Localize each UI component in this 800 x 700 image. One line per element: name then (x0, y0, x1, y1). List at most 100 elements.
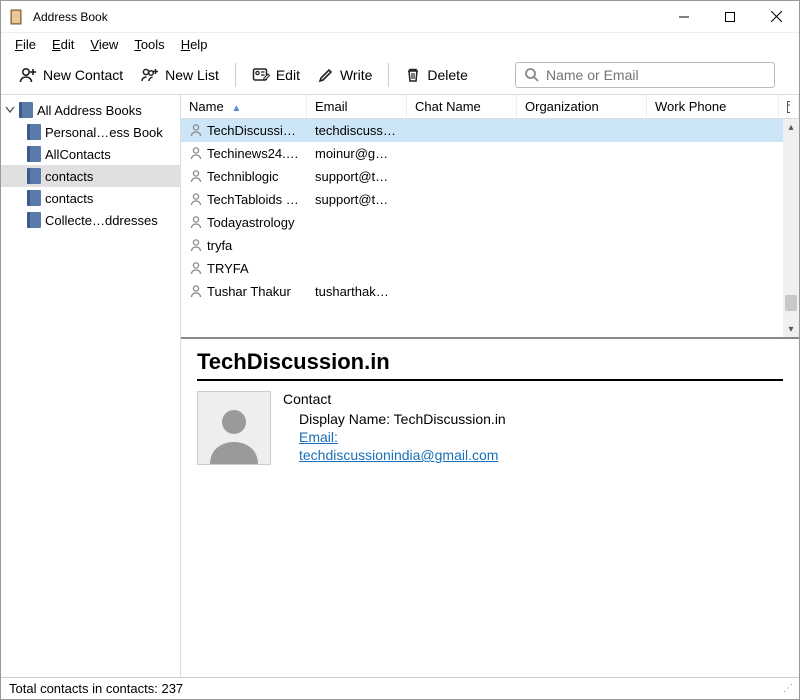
search-input[interactable] (546, 67, 766, 83)
cell-email (307, 222, 407, 224)
resize-grip-icon[interactable]: ⋰ (783, 683, 791, 694)
column-picker-icon (787, 101, 790, 113)
sort-asc-icon: ▲ (231, 103, 241, 114)
book-icon (27, 146, 41, 162)
cell-workphone (647, 245, 799, 247)
col-email[interactable]: Email (307, 95, 407, 118)
separator (388, 63, 389, 87)
write-label: Write (340, 67, 372, 83)
toolbar: New Contact New List Edit Write Delete (1, 56, 799, 95)
minimize-button[interactable] (661, 1, 707, 33)
table-row[interactable]: Techniblogicsupport@t… (181, 165, 799, 188)
detail-title: TechDiscussion.in (197, 349, 783, 381)
sidebar-item[interactable]: contacts (1, 187, 180, 209)
edit-button[interactable]: Edit (244, 62, 308, 88)
menubar: File Edit View Tools Help (1, 33, 799, 56)
tree-root[interactable]: All Address Books (1, 99, 180, 121)
cell-name: tryfa (181, 237, 307, 254)
sidebar-item[interactable]: contacts (1, 165, 180, 187)
tree-root-label: All Address Books (37, 103, 142, 118)
person-icon (189, 146, 203, 160)
delete-button[interactable]: Delete (397, 63, 475, 87)
cell-chat (407, 291, 517, 293)
sidebar-item-label: contacts (45, 169, 93, 184)
app-icon (9, 9, 25, 25)
sidebar-item[interactable]: Collecte…ddresses (1, 209, 180, 231)
collapse-icon[interactable] (5, 105, 15, 115)
cell-workphone (647, 222, 799, 224)
cell-workphone (647, 291, 799, 293)
sidebar-item-label: AllContacts (45, 147, 111, 162)
cell-chat (407, 153, 517, 155)
titlebar: Address Book (1, 1, 799, 33)
search-box[interactable] (515, 62, 775, 88)
menu-tools[interactable]: Tools (128, 35, 170, 54)
maximize-button[interactable] (707, 1, 753, 33)
person-icon (189, 261, 203, 275)
cell-workphone (647, 199, 799, 201)
contact-list: TechDiscussio…techdiscuss…Techinews24.…m… (181, 119, 799, 339)
close-button[interactable] (753, 1, 799, 33)
col-name[interactable]: Name ▲ (181, 95, 307, 118)
cell-org (517, 153, 647, 155)
table-row[interactable]: tryfa (181, 234, 799, 257)
column-picker-button[interactable] (779, 95, 799, 118)
new-list-button[interactable]: New List (133, 62, 227, 88)
menu-view[interactable]: View (84, 35, 124, 54)
cell-name: TRYFA (181, 260, 307, 277)
book-icon (19, 102, 33, 118)
detail-email: techdiscussionindia@gmail.com (299, 447, 506, 463)
sidebar-item[interactable]: Personal…ess Book (1, 121, 180, 143)
column-headers: Name ▲ Email Chat Name Organization Work… (181, 95, 799, 119)
cell-name: Todayastrology (181, 214, 307, 231)
menu-edit[interactable]: Edit (46, 35, 80, 54)
scrollbar[interactable]: ▴ ▾ (783, 119, 799, 337)
contact-detail: TechDiscussion.in Contact Display Name: … (181, 339, 799, 677)
table-row[interactable]: TechDiscussio…techdiscuss… (181, 119, 799, 142)
table-row[interactable]: TRYFA (181, 257, 799, 280)
status-text: Total contacts in contacts: 237 (9, 681, 183, 696)
card-edit-icon (252, 66, 270, 84)
write-button[interactable]: Write (310, 63, 380, 87)
cell-org (517, 291, 647, 293)
cell-email: techdiscuss… (307, 122, 407, 139)
new-contact-button[interactable]: New Contact (11, 62, 131, 88)
email-label-link[interactable]: Email: (299, 429, 338, 445)
table-row[interactable]: Techinews24.…moinur@g… (181, 142, 799, 165)
cell-org (517, 245, 647, 247)
table-row[interactable]: Todayastrology (181, 211, 799, 234)
cell-workphone (647, 153, 799, 155)
new-contact-label: New Contact (43, 67, 123, 83)
col-chat[interactable]: Chat Name (407, 95, 517, 118)
sidebar-item-label: Collecte…ddresses (45, 213, 158, 228)
col-org[interactable]: Organization (517, 95, 647, 118)
email-link[interactable]: techdiscussionindia@gmail.com (299, 447, 498, 463)
detail-email-label: Email: (299, 429, 506, 445)
delete-label: Delete (427, 67, 467, 83)
book-icon (27, 168, 41, 184)
scroll-down-icon[interactable]: ▾ (783, 321, 799, 337)
sidebar-item-label: contacts (45, 191, 93, 206)
scroll-up-icon[interactable]: ▴ (783, 119, 799, 135)
table-row[interactable]: TechTabloids …support@t… (181, 188, 799, 211)
sidebar-item[interactable]: AllContacts (1, 143, 180, 165)
cell-workphone (647, 130, 799, 132)
cell-org (517, 176, 647, 178)
book-icon (27, 124, 41, 140)
people-plus-icon (141, 66, 159, 84)
person-icon (189, 123, 203, 137)
cell-workphone (647, 176, 799, 178)
col-workphone[interactable]: Work Phone (647, 95, 779, 118)
menu-file[interactable]: File (9, 35, 42, 54)
col-name-label: Name (189, 99, 224, 114)
cell-name: TechTabloids … (181, 191, 307, 208)
book-icon (27, 190, 41, 206)
cell-email: support@t… (307, 191, 407, 208)
person-icon (189, 238, 203, 252)
menu-help[interactable]: Help (175, 35, 214, 54)
table-row[interactable]: Tushar Thakurtusharthak… (181, 280, 799, 303)
avatar (197, 391, 271, 465)
cell-chat (407, 222, 517, 224)
scroll-thumb[interactable] (785, 295, 797, 311)
cell-email: support@t… (307, 168, 407, 185)
